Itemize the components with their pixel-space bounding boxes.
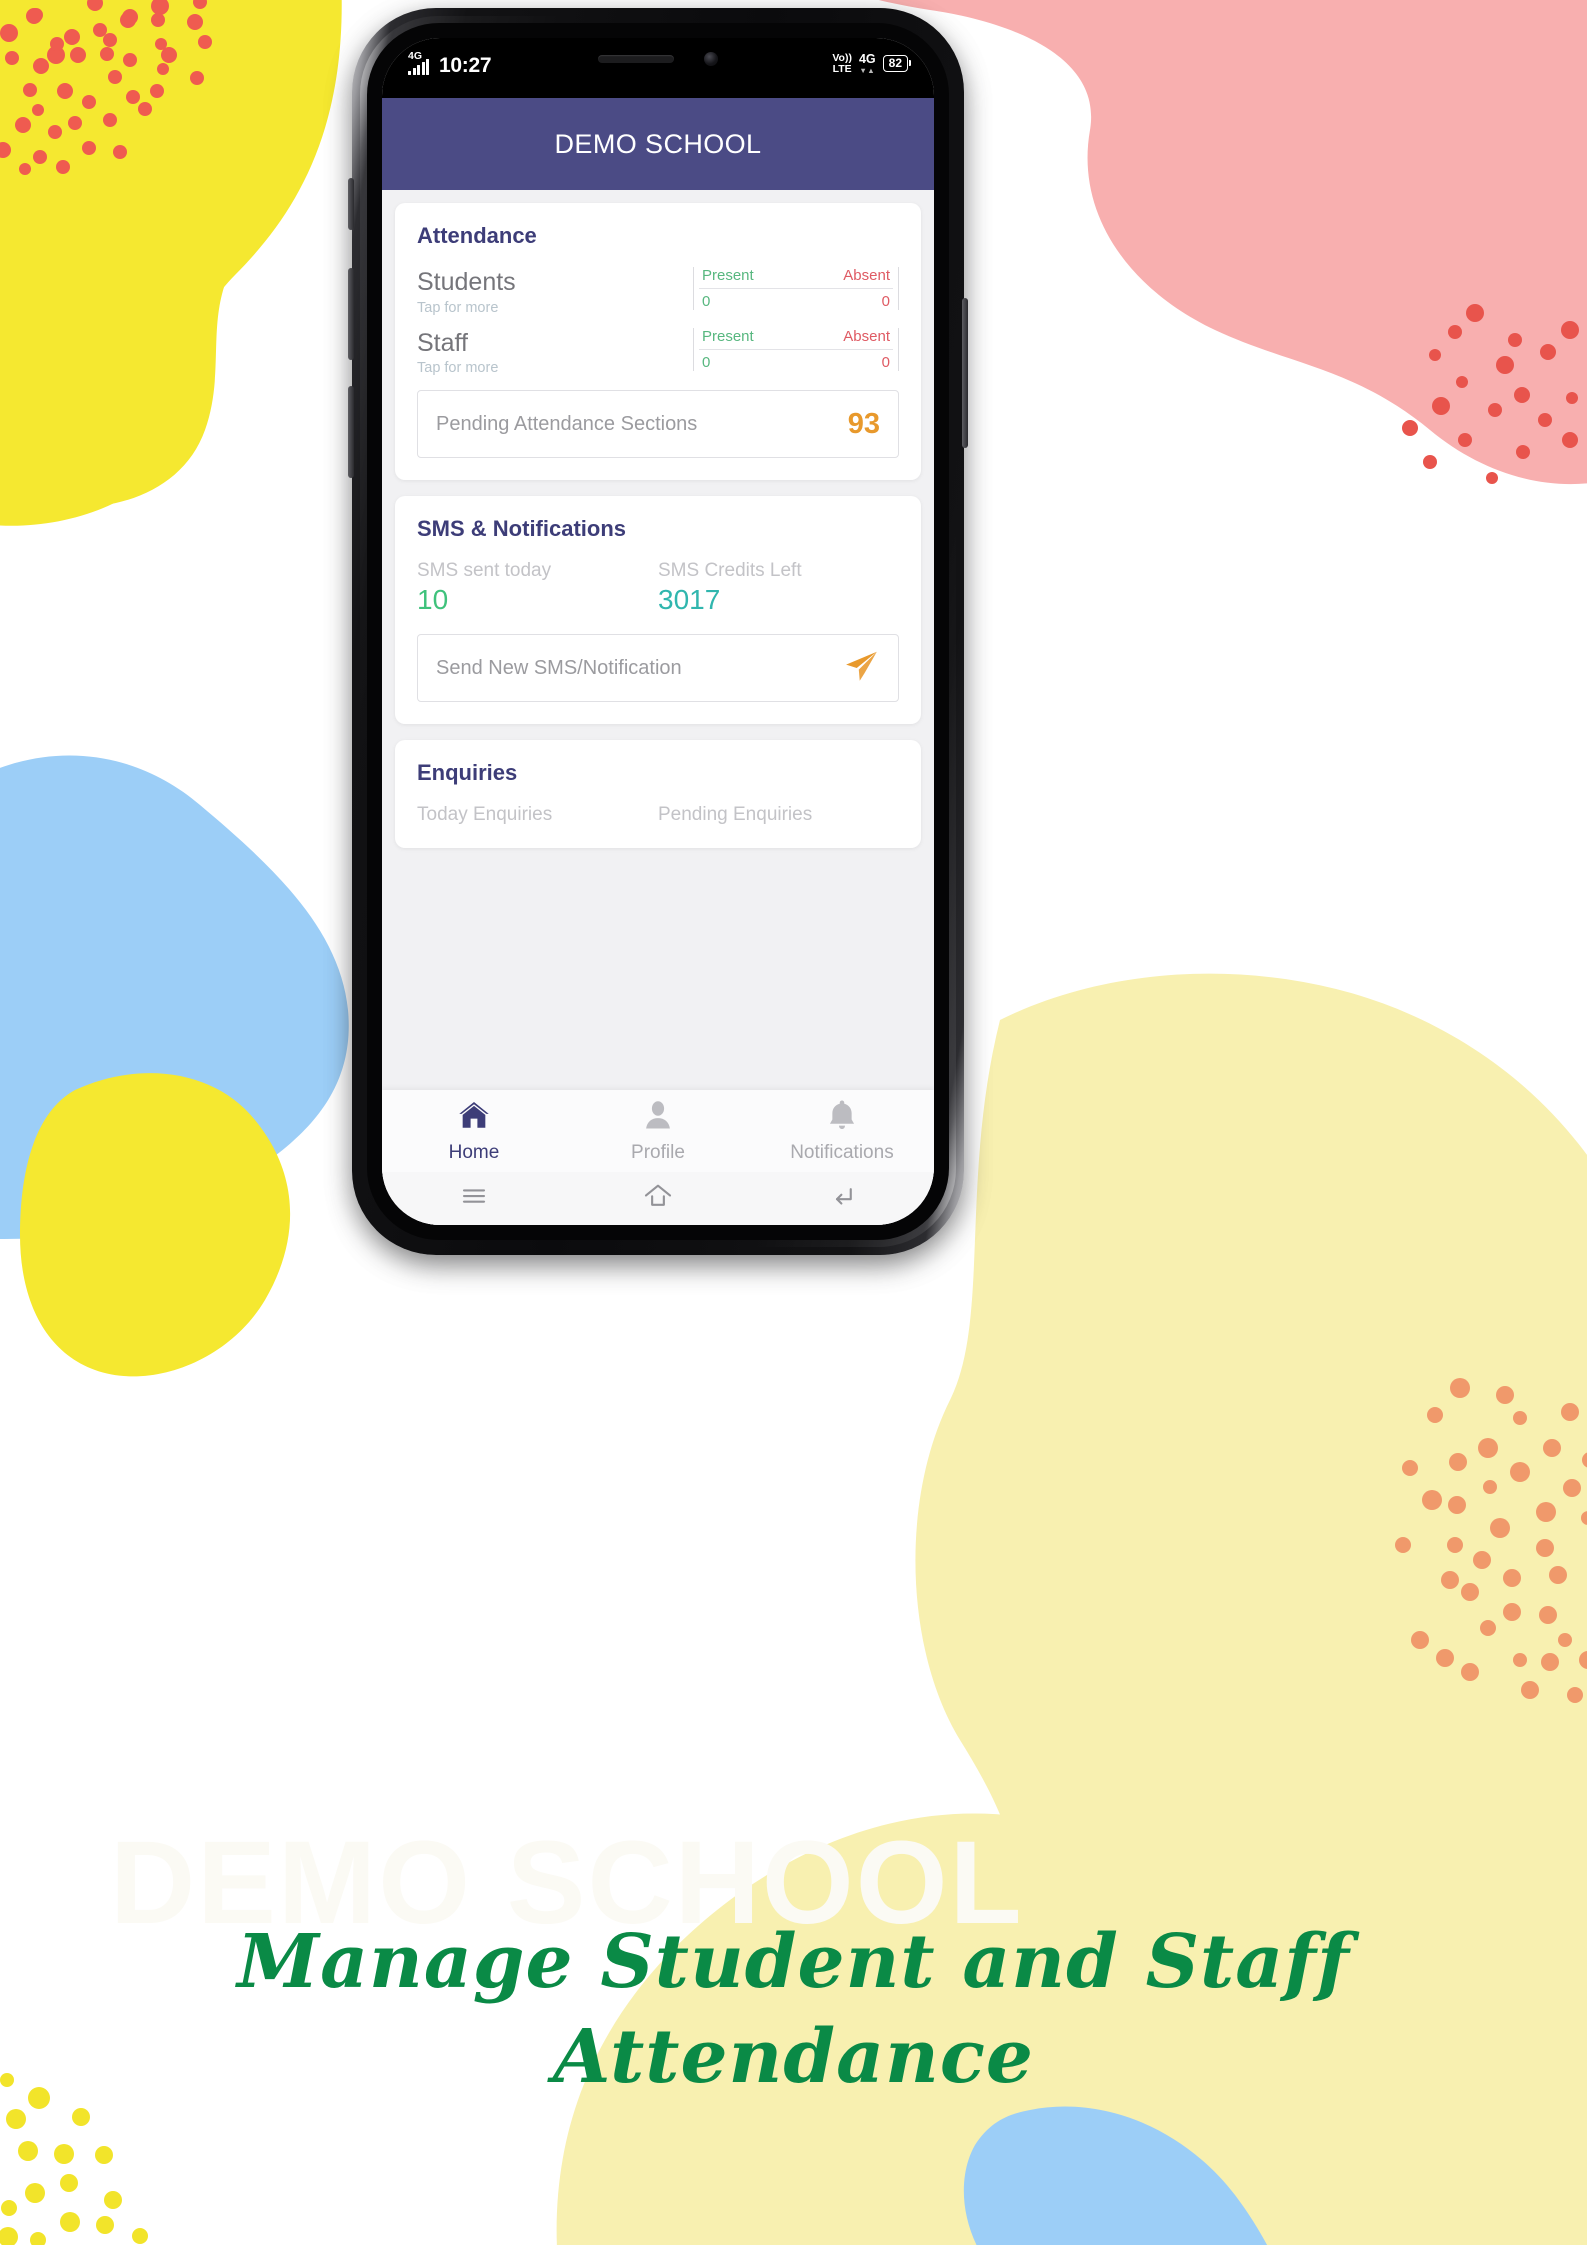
staff-stats-values: 0 0	[699, 350, 893, 371]
pending-attendance-count: 93	[847, 407, 880, 440]
attendance-row-students[interactable]: Students Tap for more Present Absent 0 0	[417, 267, 899, 316]
system-home-button[interactable]	[566, 1180, 750, 1217]
staff-info: Staff Tap for more	[417, 328, 499, 376]
students-absent-value: 0	[881, 293, 890, 310]
phone-button-volume-down[interactable]	[348, 386, 354, 478]
front-camera	[704, 52, 718, 66]
students-info: Students Tap for more	[417, 267, 516, 316]
system-menu-button[interactable]	[382, 1181, 566, 1216]
phone-button-left-top[interactable]	[348, 178, 354, 230]
data-network-label: 4G	[858, 52, 876, 66]
promo-caption-line1: Manage Student and Staff	[237, 1919, 1350, 2005]
students-present-label: Present	[702, 267, 754, 284]
signal-icon: 4G	[408, 51, 434, 76]
staff-stats: Present Absent 0 0	[693, 327, 899, 371]
attendance-row-staff[interactable]: Staff Tap for more Present Absent 0 0	[417, 327, 899, 376]
signal-bars-icon	[408, 59, 429, 75]
home-icon	[457, 1098, 491, 1137]
enquiries-title: Enquiries	[417, 760, 518, 785]
status-bar-left: 4G 10:27	[408, 51, 492, 77]
promo-caption-line2: Attendance	[553, 2013, 1034, 2100]
phone-button-power[interactable]	[962, 298, 968, 448]
sms-title: SMS & Notifications	[417, 516, 627, 541]
pending-enquiries-label: Pending Enquiries	[658, 804, 813, 825]
bottom-navigation: Home Profile Notifications	[382, 1090, 934, 1172]
pending-attendance-label: Pending Attendance Sections	[436, 412, 698, 435]
system-back-button[interactable]	[750, 1181, 934, 1216]
send-sms-label: Send New SMS/Notification	[436, 656, 682, 679]
today-enquiries-label: Today Enquiries	[417, 804, 553, 825]
shape-yellow-top-left-body	[0, 0, 342, 526]
enquiries-stats: Today Enquiries Pending Enquiries	[417, 804, 899, 826]
staff-label: Staff	[417, 328, 468, 357]
bottom-nav-label-home: Home	[448, 1142, 500, 1163]
volte-label-line2: LTE	[832, 62, 852, 75]
send-sms-button[interactable]: Send New SMS/Notification	[417, 634, 899, 702]
pending-enquiries: Pending Enquiries	[658, 804, 899, 826]
students-subtitle: Tap for more	[417, 299, 499, 316]
phone-screen: 4G 10:27 Vo)) LTE 4G ▼▲ 82 DEMO SCHOOL A…	[382, 38, 934, 1225]
sms-credits-left-value: 3017	[658, 584, 721, 615]
sms-card: SMS & Notifications SMS sent today 10 SM…	[395, 496, 921, 724]
data-network-icon: 4G ▼▲	[859, 53, 876, 74]
back-arrow-icon	[827, 1181, 857, 1216]
app-bar: DEMO SCHOOL	[382, 98, 934, 190]
phone-notch	[553, 38, 763, 80]
home-outline-icon	[642, 1180, 674, 1217]
promo-caption: Manage Student and Staff Attendance	[0, 1915, 1587, 2104]
staff-present-label: Present	[702, 327, 754, 345]
battery-icon: 82	[882, 55, 912, 72]
android-system-bar	[382, 1172, 934, 1225]
bell-icon	[825, 1098, 859, 1137]
app-content[interactable]: Attendance Students Tap for more Present…	[382, 190, 934, 1225]
students-label: Students	[417, 268, 516, 296]
students-present-value: 0	[702, 293, 711, 310]
bottom-nav-label-notifications: Notifications	[790, 1142, 894, 1163]
staff-present-value: 0	[702, 353, 711, 371]
staff-subtitle: Tap for more	[417, 360, 499, 376]
bottom-nav-item-home[interactable]: Home	[382, 1098, 566, 1164]
pending-attendance-button[interactable]: Pending Attendance Sections 93	[417, 390, 899, 458]
bottom-nav-item-profile[interactable]: Profile	[566, 1098, 750, 1164]
phone-button-volume-up[interactable]	[348, 268, 354, 360]
sms-credits-left: SMS Credits Left 3017	[658, 560, 899, 616]
shape-yellow-on-blue	[20, 1073, 291, 1377]
staff-absent-value: 0	[881, 353, 890, 371]
enquiries-card: Enquiries Today Enquiries Pending Enquir…	[395, 740, 921, 848]
students-absent-label: Absent	[843, 267, 890, 284]
volte-label-line1: Vo))	[832, 52, 852, 64]
paper-plane-icon	[842, 647, 880, 690]
sms-sent-today-value: 10	[417, 584, 449, 615]
sms-sent-today-label: SMS sent today	[417, 560, 552, 581]
today-enquiries: Today Enquiries	[417, 804, 658, 826]
person-icon	[641, 1098, 675, 1137]
menu-icon	[459, 1181, 489, 1216]
data-arrows-icon: ▼▲	[859, 65, 876, 75]
sms-stats: SMS sent today 10 SMS Credits Left 3017	[417, 560, 899, 616]
status-bar: 4G 10:27 Vo)) LTE 4G ▼▲ 82	[382, 38, 934, 98]
staff-stats-header: Present Absent	[699, 328, 893, 350]
sms-sent-today: SMS sent today 10	[417, 560, 658, 616]
app-title: DEMO SCHOOL	[554, 128, 762, 159]
attendance-card: Attendance Students Tap for more Present…	[395, 203, 921, 480]
students-stats-values: 0 0	[699, 289, 893, 310]
students-stats: Present Absent 0 0	[693, 267, 899, 310]
attendance-title: Attendance	[417, 223, 537, 248]
status-bar-right: Vo)) LTE 4G ▼▲ 82	[832, 52, 912, 74]
volte-icon: Vo)) LTE	[832, 53, 852, 74]
earpiece-speaker	[598, 55, 674, 63]
bottom-nav-item-notifications[interactable]: Notifications	[750, 1098, 934, 1164]
staff-absent-label: Absent	[843, 327, 890, 345]
bottom-nav-label-profile: Profile	[631, 1142, 685, 1163]
phone-mockup: 4G 10:27 Vo)) LTE 4G ▼▲ 82 DEMO SCHOOL A…	[348, 8, 968, 1260]
students-stats-header: Present Absent	[699, 267, 893, 289]
status-bar-clock: 10:27	[439, 54, 492, 77]
sms-credits-left-label: SMS Credits Left	[658, 560, 802, 581]
